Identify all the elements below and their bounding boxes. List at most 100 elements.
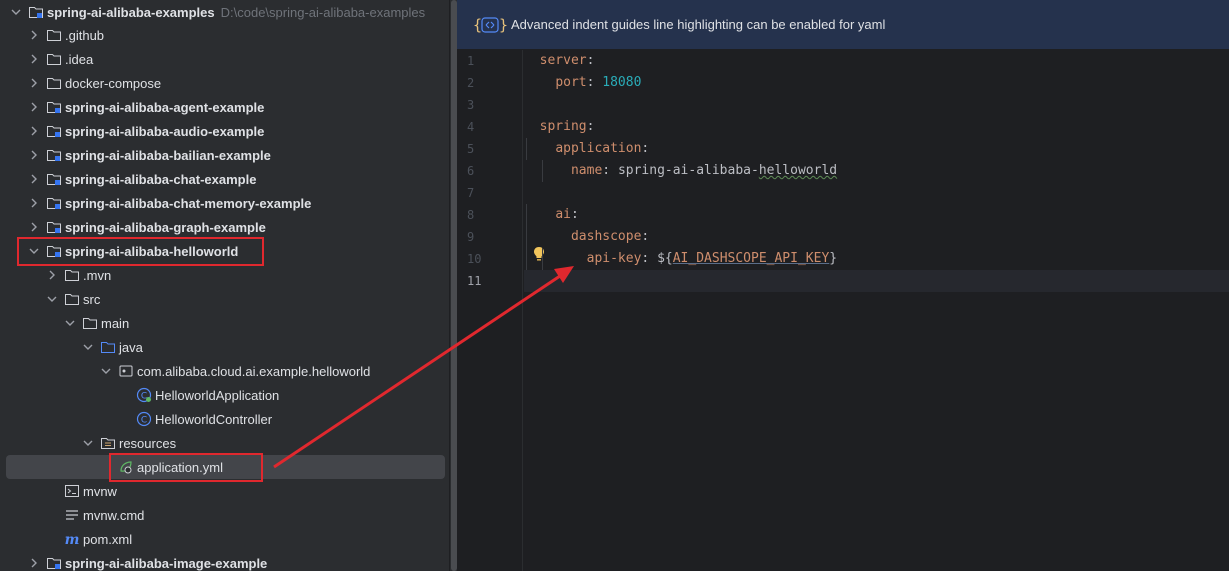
tree-item-main[interactable]: main	[0, 311, 449, 335]
tree-item-label: pom.xml	[83, 531, 133, 547]
chevron-right-icon[interactable]	[28, 557, 40, 569]
yaml-key: name	[570, 163, 603, 178]
folder-icon	[64, 291, 80, 307]
code-area[interactable]: server: port: 18080 spring: application:…	[524, 50, 1229, 571]
folder-icon	[46, 75, 62, 91]
svg-text:}: }	[499, 16, 507, 34]
chevron-down-icon[interactable]	[10, 6, 22, 18]
tree-item-label: HelloworldApplication	[155, 387, 280, 403]
tree-item-application-yml[interactable]: application.yml	[0, 455, 449, 479]
tree-item-docker-compose[interactable]: docker-compose	[0, 71, 449, 95]
tree-item-src[interactable]: src	[0, 287, 449, 311]
tree-item-label: spring-ai-alibaba-bailian-example	[65, 147, 271, 163]
yaml-string-value: spring-ai-alibaba-	[617, 163, 759, 178]
tree-item-image-example[interactable]: spring-ai-alibaba-image-example	[0, 551, 449, 571]
yaml-key: api-key	[586, 251, 642, 266]
line-number: 11	[467, 274, 482, 288]
tree-item-chat-memory-example[interactable]: spring-ai-alibaba-chat-memory-example	[0, 191, 449, 215]
terminal-file-icon	[64, 483, 80, 499]
tree-item-label: HelloworldController	[155, 411, 273, 427]
tree-item-github[interactable]: .github	[0, 23, 449, 47]
tree-item-mvnw-cmd[interactable]: mvnw.cmd	[0, 503, 449, 527]
tree-item-label: spring-ai-alibaba-image-example	[65, 555, 268, 571]
tree-item-pom-xml[interactable]: m pom.xml	[0, 527, 449, 551]
tree-item-chat-example[interactable]: spring-ai-alibaba-chat-example	[0, 167, 449, 191]
tree-item-mvnw[interactable]: mvnw	[0, 479, 449, 503]
chevron-right-icon[interactable]	[46, 269, 58, 281]
module-folder-icon	[46, 147, 62, 163]
tree-item-label: .github	[65, 27, 105, 43]
maven-icon: m	[64, 531, 80, 547]
chevron-right-icon[interactable]	[28, 101, 40, 113]
code-editor[interactable]: { } Advanced indent guides line highligh…	[457, 0, 1229, 571]
chevron-down-icon[interactable]	[64, 317, 76, 329]
tree-item-helloworld-controller[interactable]: C HelloworldController	[0, 407, 449, 431]
line-number: 1	[467, 54, 475, 68]
tree-item-mvn[interactable]: .mvn	[0, 263, 449, 287]
svg-text:m: m	[65, 532, 80, 547]
tree-item-helloworld[interactable]: spring-ai-alibaba-helloworld	[0, 239, 449, 263]
yaml-number-value: 18080	[602, 75, 642, 90]
chevron-right-icon[interactable]	[28, 197, 40, 209]
yaml-key: server	[539, 53, 587, 68]
folder-icon	[46, 27, 62, 43]
tree-item-audio-example[interactable]: spring-ai-alibaba-audio-example	[0, 119, 449, 143]
line-number: 3	[467, 98, 475, 112]
env-variable-reference[interactable]: AI_DASHSCOPE_API_KEY	[673, 251, 830, 266]
editor-notification-bar: { } Advanced indent guides line highligh…	[457, 0, 1229, 49]
source-folder-icon	[100, 339, 116, 355]
chevron-right-icon[interactable]	[28, 173, 40, 185]
tree-item-helloworld-application[interactable]: C HelloworldApplication	[0, 383, 449, 407]
tree-item-label: com.alibaba.cloud.ai.example.helloworld	[137, 363, 371, 379]
yaml-key: port	[555, 75, 587, 90]
project-tree-panel: spring-ai-alibaba-examples D:\code\sprin…	[0, 0, 449, 571]
line-number-gutter: 1 2 3 4 5 6 7 8 9 10 11	[457, 50, 523, 571]
tree-item-label: mvnw	[83, 483, 117, 499]
tree-item-resources[interactable]: resources	[0, 431, 449, 455]
line-number: 8	[467, 208, 475, 222]
tree-item-label: mvnw.cmd	[83, 507, 145, 523]
tree-item-graph-example[interactable]: spring-ai-alibaba-graph-example	[0, 215, 449, 239]
code-line-11[interactable]	[524, 270, 1229, 292]
chevron-right-icon[interactable]	[28, 125, 40, 137]
chevron-down-icon[interactable]	[46, 293, 58, 305]
module-folder-icon	[28, 4, 44, 20]
svg-text:C: C	[141, 416, 147, 426]
tree-item-label: main	[101, 315, 130, 331]
chevron-right-icon[interactable]	[28, 53, 40, 65]
line-number: 2	[467, 76, 475, 90]
tree-item-agent-example[interactable]: spring-ai-alibaba-agent-example	[0, 95, 449, 119]
svg-text:{: {	[473, 16, 482, 34]
chevron-right-icon[interactable]	[28, 221, 40, 233]
code-line-5: application:	[555, 141, 650, 156]
tree-scrollbar[interactable]	[449, 0, 457, 571]
text-file-icon	[64, 507, 80, 523]
tree-item-bailian-example[interactable]: spring-ai-alibaba-bailian-example	[0, 143, 449, 167]
tree-item-label: resources	[119, 435, 177, 451]
chevron-down-icon[interactable]	[100, 365, 112, 377]
tree-item-label: spring-ai-alibaba-helloworld	[65, 243, 239, 259]
spring-class-icon: C	[136, 387, 152, 403]
yaml-key: dashscope	[570, 229, 642, 244]
code-line-2: port: 18080	[555, 75, 642, 90]
chevron-right-icon[interactable]	[28, 149, 40, 161]
code-line-6: name: spring-ai-alibaba-helloworld	[570, 163, 838, 178]
tree-root-row[interactable]: spring-ai-alibaba-examples D:\code\sprin…	[0, 0, 449, 24]
module-folder-icon	[46, 219, 62, 235]
folder-icon	[64, 267, 80, 283]
notification-text: Advanced indent guides line highlighting…	[511, 17, 886, 32]
tree-item-java[interactable]: java	[0, 335, 449, 359]
chevron-right-icon[interactable]	[28, 29, 40, 41]
chevron-down-icon[interactable]	[28, 245, 40, 257]
folder-icon	[82, 315, 98, 331]
chevron-down-icon[interactable]	[82, 437, 94, 449]
line-number: 5	[467, 142, 475, 156]
code-line-1: server:	[539, 53, 595, 68]
chevron-right-icon[interactable]	[28, 77, 40, 89]
tree-item-package[interactable]: com.alibaba.cloud.ai.example.helloworld	[0, 359, 449, 383]
tree-item-label: application.yml	[137, 459, 223, 475]
chevron-down-icon[interactable]	[82, 341, 94, 353]
yaml-string-value-typo: helloworld	[758, 163, 838, 178]
tree-item-idea[interactable]: .idea	[0, 47, 449, 71]
